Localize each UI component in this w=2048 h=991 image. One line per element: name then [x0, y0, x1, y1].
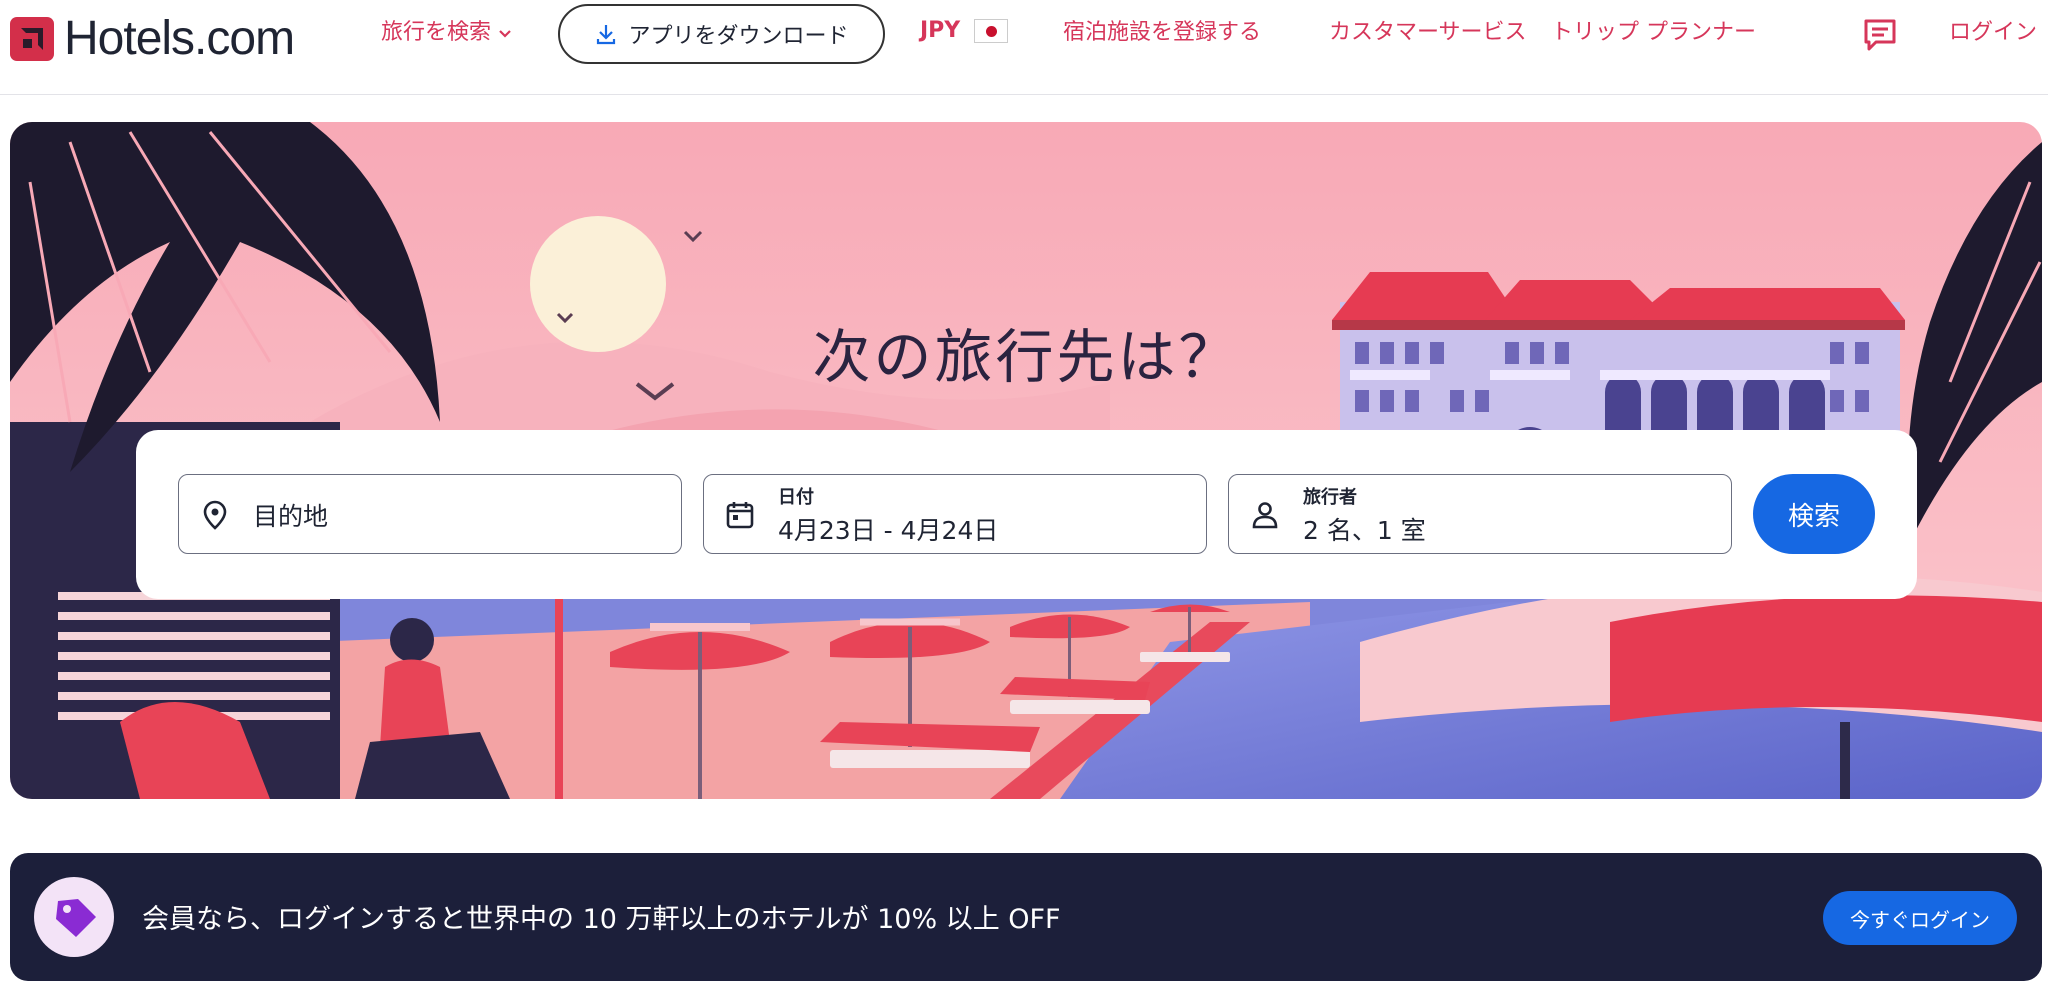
nav-login[interactable]: ログイン	[1949, 18, 2037, 48]
promo-badge	[34, 877, 114, 957]
price-tag-icon	[56, 899, 96, 937]
nav-search-trips[interactable]: 旅行を検索	[381, 18, 513, 48]
date-value: 4月23日 - 4月24日	[778, 516, 999, 545]
destination-field[interactable]: 目的地	[178, 474, 682, 554]
travelers-label: 旅行者	[1303, 487, 1357, 508]
destination-placeholder: 目的地	[253, 502, 329, 531]
date-label: 日付	[778, 487, 814, 508]
logo-text: Hotels.com	[64, 12, 295, 65]
app-download-label: アプリをダウンロード	[628, 24, 849, 49]
search-form: 目的地 日付 4月23日 - 4月24日 旅行者 2 名、1 室 検索	[136, 430, 1917, 599]
hero-title: 次の旅行先は？	[812, 323, 1240, 391]
hotels-logo-icon	[10, 16, 54, 61]
currency-selector[interactable]: JPY	[920, 18, 1009, 43]
promo-text: 会員なら、ログインすると世界中の 10 万軒以上のホテルが 10% 以上 OFF	[142, 904, 1061, 935]
travelers-field[interactable]: 旅行者 2 名、1 室	[1228, 474, 1732, 554]
login-now-button[interactable]: 今すぐログイン	[1823, 891, 2017, 945]
search-button[interactable]: 検索	[1753, 474, 1875, 554]
travelers-value: 2 名、1 室	[1303, 516, 1426, 545]
hotels-logo[interactable]: Hotels.com	[10, 11, 295, 66]
download-icon	[597, 25, 616, 45]
location-pin-icon	[203, 500, 227, 530]
nav-list-property[interactable]: 宿泊施設を登録する	[1063, 18, 1261, 48]
currency-label: JPY	[920, 18, 961, 43]
chevron-down-icon	[499, 30, 511, 38]
nav-trip-planner[interactable]: トリップ プランナー	[1551, 18, 1756, 48]
app-download-button[interactable]: アプリをダウンロード	[558, 4, 885, 64]
date-field[interactable]: 日付 4月23日 - 4月24日	[703, 474, 1207, 554]
member-promo-banner: 会員なら、ログインすると世界中の 10 万軒以上のホテルが 10% 以上 OFF…	[10, 853, 2042, 981]
chat-icon[interactable]	[1862, 18, 1898, 52]
nav-customer-service[interactable]: カスタマーサービス	[1329, 18, 1527, 48]
japan-flag-icon	[974, 18, 1009, 43]
person-icon	[1252, 502, 1278, 529]
site-header: Hotels.com 旅行を検索 アプリをダウンロード JPY 宿泊施設を登録す…	[0, 0, 2048, 95]
nav-search-label: 旅行を検索	[381, 20, 492, 45]
calendar-icon	[726, 502, 754, 529]
